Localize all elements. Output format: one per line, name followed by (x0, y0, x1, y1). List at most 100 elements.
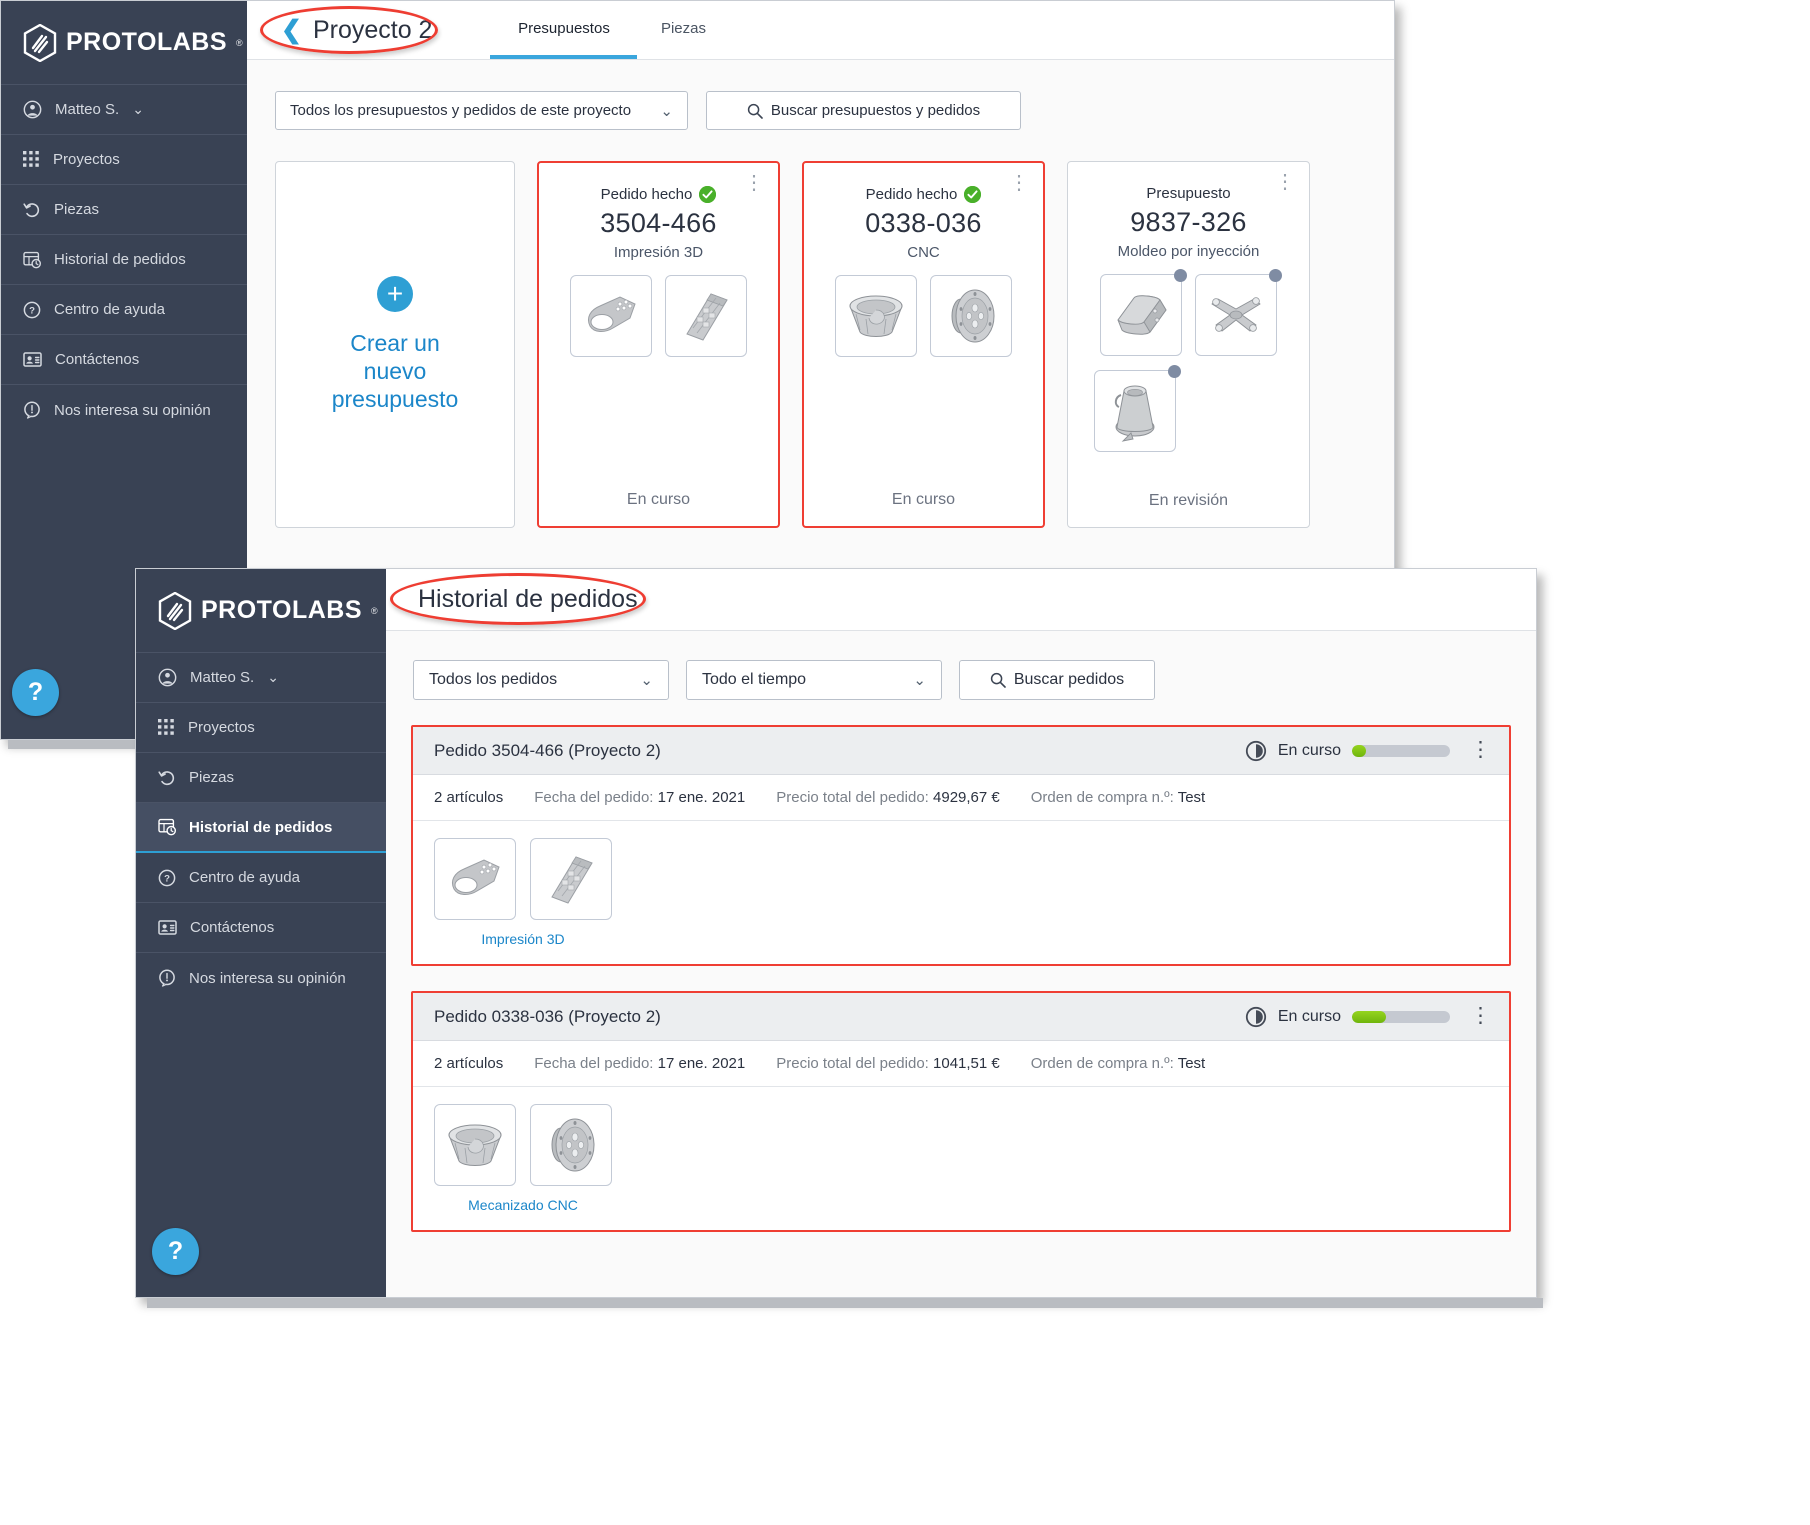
part-thumb[interactable] (930, 275, 1012, 357)
card-process: CNC (907, 244, 940, 261)
quote-cards-list: + Crear un nuevo presupuesto ⋮ Pedido he… (247, 130, 1394, 528)
order-item-count: 2 artículos (434, 789, 504, 806)
quote-card-9837-326[interactable]: ⋮ Presupuesto 9837-326 Moldeo por inyecc… (1067, 161, 1310, 528)
disc-part-icon (951, 289, 995, 343)
card-status-top: Presupuesto (1146, 185, 1230, 202)
brand-logo[interactable]: PROTOLABS ® (136, 569, 386, 653)
order-kebab-menu[interactable]: ⋮ (1470, 739, 1491, 760)
order-progress-fill (1352, 744, 1366, 757)
contact-card-icon (158, 919, 177, 936)
sidebar-item-historial-de-pedidos[interactable]: Historial de pedidos (136, 803, 386, 853)
sidebar-item-contactenos[interactable]: Contáctenos (136, 903, 386, 953)
order-status-label: En curso (1277, 741, 1341, 759)
feedback-bubble-icon (23, 401, 41, 419)
part-thumb[interactable] (665, 275, 747, 357)
card-kebab-menu[interactable]: ⋮ (1009, 173, 1029, 193)
order-po: Orden de compra n.º: Test (1031, 789, 1205, 806)
order-header: Pedido 3504-466 (Proyecto 2) En curso ⋮ (413, 727, 1509, 775)
part-thumb[interactable] (434, 1104, 516, 1186)
order-part-thumbs (434, 838, 1509, 920)
card-footer-status: En revisión (1148, 492, 1229, 509)
tab-piezas[interactable]: Piezas (637, 1, 729, 59)
scope-select[interactable]: Todos los presupuestos y pedidos de este… (275, 91, 688, 130)
tab-label: Piezas (660, 19, 706, 37)
card-kebab-menu[interactable]: ⋮ (1275, 172, 1295, 192)
sidebar-item-centro-de-ayuda[interactable]: ? Centro de ayuda (136, 853, 386, 903)
part-thumb[interactable] (1093, 365, 1181, 452)
order-part-thumbs (434, 1104, 1509, 1186)
sidebar-item-piezas[interactable]: Piezas (136, 753, 386, 803)
create-new-quote-card[interactable]: + Crear un nuevo presupuesto (275, 161, 515, 528)
order-row-3504-466[interactable]: Pedido 3504-466 (Proyecto 2) En curso ⋮ … (411, 725, 1511, 966)
clock-half-icon (1245, 1006, 1267, 1028)
sidebar-user-label: Matteo S. (55, 101, 120, 118)
sidebar-item-proyectos[interactable]: Proyectos (1, 135, 247, 185)
sidebar-item-contactenos[interactable]: Contáctenos (1, 335, 247, 385)
order-kebab-menu[interactable]: ⋮ (1470, 1005, 1491, 1026)
sidebar-item-proyectos[interactable]: Proyectos (136, 703, 386, 753)
search-quotes-orders-button[interactable]: Buscar presupuestos y pedidos (706, 91, 1021, 130)
sidebar-user-menu[interactable]: Matteo S. ⌄ (136, 653, 386, 703)
order-status-group: En curso ⋮ (1245, 739, 1491, 762)
search-label: Buscar pedidos (1013, 671, 1125, 688)
grid-icon (158, 719, 175, 736)
search-orders-button[interactable]: Buscar pedidos (959, 660, 1155, 700)
order-history-icon (158, 818, 176, 836)
order-title: Pedido 3504-466 (Proyecto 2) (434, 740, 661, 760)
order-parts: Impresión 3D (413, 821, 1509, 964)
search-label: Buscar presupuestos y pedidos (770, 102, 981, 119)
part-thumb[interactable] (570, 275, 652, 357)
part-thumb[interactable] (530, 838, 612, 920)
card-part-thumbs-row2 (1093, 365, 1284, 452)
svg-text:?: ? (29, 305, 35, 316)
orders-scope-select[interactable]: Todos los pedidos ⌄ (413, 660, 669, 700)
quote-card-3504-466[interactable]: ⋮ Pedido hecho 3504-466 Impresión 3D En … (537, 161, 780, 528)
sidebar-item-centro-de-ayuda[interactable]: ? Centro de ayuda (1, 285, 247, 335)
svg-text:?: ? (164, 873, 170, 884)
card-status-label: Pedido hecho (865, 186, 958, 203)
card-process: Impresión 3D (613, 244, 704, 261)
order-progress-fill (1352, 1010, 1387, 1023)
help-fab-button-window1[interactable]: ? (12, 669, 59, 716)
quote-card-0338-036[interactable]: ⋮ Pedido hecho 0338-036 CNC En curso (802, 161, 1045, 528)
check-circle-icon (964, 186, 982, 203)
part-thumb[interactable] (835, 275, 917, 357)
disc-part-icon (551, 1118, 595, 1172)
part-thumb[interactable] (530, 1104, 612, 1186)
order-po-label: Orden de compra n.º: (1030, 789, 1174, 806)
screenshot-stage: PROTOLABS ® Matteo S. ⌄ Proyectos Piezas… (0, 0, 1810, 1525)
brand-registered-mark: ® (236, 37, 243, 48)
clock-half-icon (1245, 740, 1267, 762)
time-range-select[interactable]: Todo el tiempo ⌄ (686, 660, 942, 700)
order-row-0338-036[interactable]: Pedido 0338-036 (Proyecto 2) En curso ⋮ … (411, 991, 1511, 1232)
card-kebab-menu[interactable]: ⋮ (744, 173, 764, 193)
order-price-label: Precio total del pedido: (776, 789, 929, 806)
back-chevron-icon[interactable]: ❮ (281, 15, 302, 45)
sidebar-user-menu[interactable]: Matteo S. ⌄ (1, 85, 247, 135)
brand-registered-mark: ® (371, 605, 378, 616)
cross-part-icon (1211, 297, 1261, 332)
part-thumb[interactable] (1195, 269, 1282, 356)
sidebar-order-history-window: PROTOLABS ® Matteo S. ⌄ Proyectos Piezas… (136, 569, 386, 1297)
time-range-value: Todo el tiempo (702, 671, 807, 688)
sidebar-item-piezas[interactable]: Piezas (1, 185, 247, 235)
card-status-top: Pedido hecho (601, 186, 717, 203)
sidebar-item-label: Proyectos (188, 719, 255, 736)
order-price-value: 1041,51 € (933, 1055, 1000, 1072)
sidebar-item-nos-interesa-su-opinion[interactable]: Nos interesa su opinión (1, 385, 247, 435)
brand-logo[interactable]: PROTOLABS ® (1, 1, 247, 85)
sidebar-item-label: Piezas (189, 769, 235, 786)
bowl-part-icon (849, 295, 903, 337)
part-thumb[interactable] (434, 838, 516, 920)
window-shadow-strip (147, 1298, 1543, 1308)
project-tabs: Presupuestos Piezas (490, 1, 729, 59)
history-arrow-icon (158, 769, 176, 787)
tab-presupuestos[interactable]: Presupuestos (490, 1, 638, 59)
sidebar-item-historial-de-pedidos[interactable]: Historial de pedidos (1, 235, 247, 285)
protolabs-hex-icon (23, 23, 57, 62)
sidebar-item-nos-interesa-su-opinion[interactable]: Nos interesa su opinión (136, 953, 386, 1003)
part-thumb[interactable] (1100, 269, 1187, 356)
order-item-count: 2 artículos (434, 1055, 504, 1072)
card-footer-status: En curso (626, 491, 691, 508)
help-fab-button-window2[interactable]: ? (152, 1228, 199, 1275)
